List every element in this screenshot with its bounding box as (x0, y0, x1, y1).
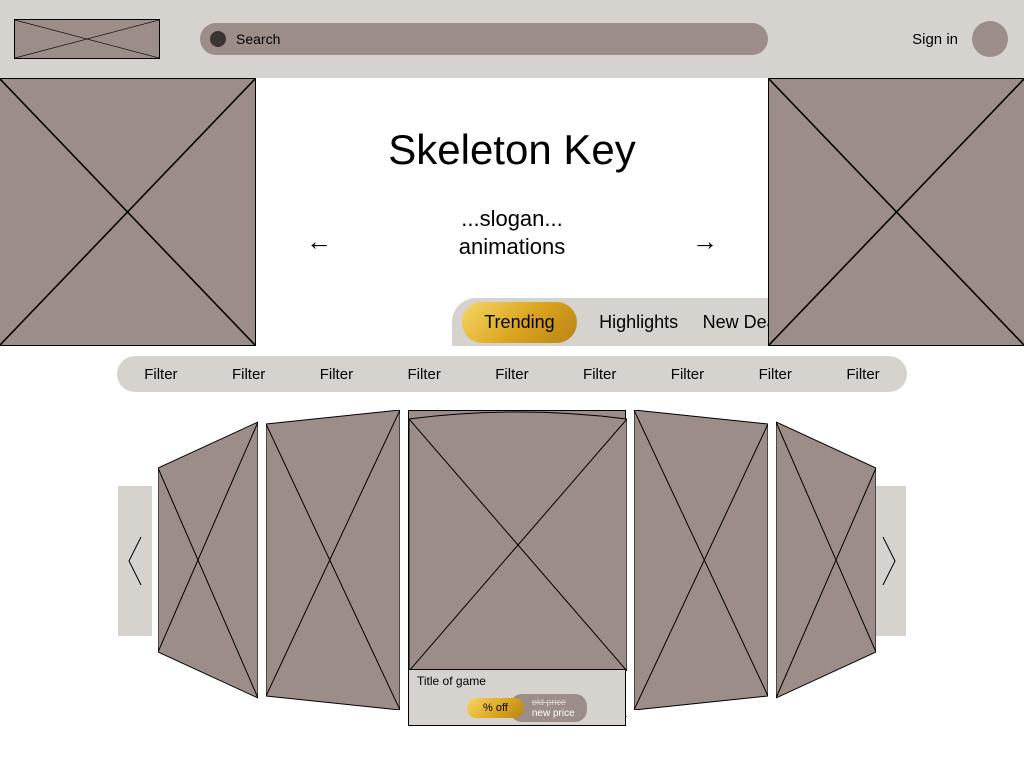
discount-badge: % off (467, 698, 524, 718)
filter-2[interactable]: Filter (232, 366, 265, 383)
hero-image-left (0, 78, 256, 346)
signin-link[interactable]: Sign in (912, 31, 958, 48)
tab-highlights[interactable]: Highlights (597, 302, 680, 343)
page-title: Skeleton Key (256, 126, 768, 174)
carousel-card-mid-left[interactable] (266, 410, 400, 715)
filter-bar: Filter Filter Filter Filter Filter Filte… (117, 356, 907, 392)
carousel-card-center[interactable]: Title of game % off old price new price (408, 410, 626, 726)
carousel-card-far-right[interactable] (776, 410, 876, 715)
filter-6[interactable]: Filter (583, 366, 616, 383)
price-row: % off old price new price (467, 694, 617, 722)
search-container: Search (200, 23, 872, 55)
tab-trending[interactable]: Trending (462, 302, 576, 343)
game-title: Title of game (417, 674, 617, 688)
carousel-next-button[interactable] (872, 486, 906, 636)
filter-8[interactable]: Filter (759, 366, 792, 383)
filter-1[interactable]: Filter (144, 366, 177, 383)
filter-9[interactable]: Filter (846, 366, 879, 383)
chevron-left-icon (125, 531, 145, 591)
hero-section: Skeleton Key ...slogan... animations ← →… (0, 78, 1024, 346)
search-input[interactable]: Search (200, 23, 768, 55)
logo-placeholder[interactable] (14, 19, 160, 59)
carousel-prev-button[interactable] (118, 486, 152, 636)
game-carousel: Title of game % off old price new price (0, 410, 1024, 740)
hero-prev-arrow-icon[interactable]: ← (306, 226, 332, 257)
filter-3[interactable]: Filter (320, 366, 353, 383)
filter-4[interactable]: Filter (408, 366, 441, 383)
new-price: new price (532, 708, 575, 719)
carousel-card-mid-right[interactable] (634, 410, 768, 715)
old-price: old price (532, 697, 575, 708)
search-placeholder: Search (236, 31, 280, 47)
header-bar: Search Sign in (0, 0, 1024, 78)
hero-image-right (768, 78, 1024, 346)
carousel-card-far-left[interactable] (158, 410, 258, 715)
avatar[interactable] (972, 21, 1008, 57)
search-icon (210, 31, 226, 47)
filter-7[interactable]: Filter (671, 366, 704, 383)
filter-5[interactable]: Filter (495, 366, 528, 383)
hero-center: Skeleton Key ...slogan... animations ← →… (256, 78, 768, 346)
signin-container: Sign in (912, 21, 1010, 57)
card-info-overlay: Title of game % off old price new price (409, 669, 625, 725)
hero-next-arrow-icon[interactable]: → (692, 226, 718, 257)
chevron-right-icon (879, 531, 899, 591)
